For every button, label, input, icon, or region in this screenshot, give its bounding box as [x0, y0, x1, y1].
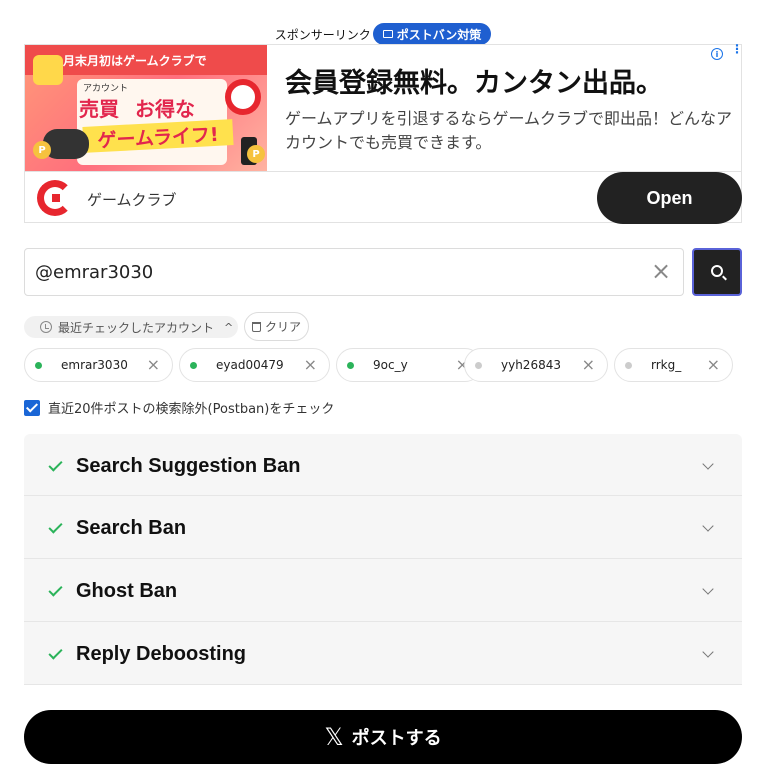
- recent-accounts-toggle[interactable]: 最近チェックしたアカウント ^: [24, 316, 238, 338]
- status-dot-icon: [475, 362, 482, 369]
- ad-info-icon[interactable]: i: [711, 48, 723, 60]
- account-search-input[interactable]: [35, 249, 635, 295]
- document-icon: [382, 30, 393, 38]
- gamepad-icon: [43, 129, 89, 159]
- recent-account-label: 9oc_y: [373, 358, 408, 372]
- status-dot-icon: [35, 362, 42, 369]
- recent-accounts-list: emrar3030 × eyad00479 × 9oc_y × yyh26843…: [24, 348, 742, 382]
- ad-banner-big-text-2: お得な: [135, 97, 195, 121]
- chevron-down-icon: [702, 583, 714, 595]
- remove-chip-icon[interactable]: ×: [582, 356, 595, 374]
- recent-account-label: yyh26843: [501, 358, 561, 372]
- calendar-icon: [33, 55, 63, 85]
- recent-account-chip[interactable]: eyad00479 ×: [179, 348, 330, 382]
- status-dot-icon: [347, 362, 354, 369]
- result-search-ban[interactable]: Search Ban: [24, 496, 742, 559]
- check-icon: [48, 519, 63, 534]
- remove-chip-icon[interactable]: ×: [707, 356, 720, 374]
- brand-logo-icon: [37, 180, 73, 216]
- result-search-suggestion-ban[interactable]: Search Suggestion Ban: [24, 434, 742, 496]
- clear-history-button[interactable]: クリア: [244, 312, 309, 341]
- history-icon: [40, 321, 52, 333]
- recent-account-chip[interactable]: emrar3030 ×: [24, 348, 173, 382]
- status-dot-icon: [190, 362, 197, 369]
- postban-badge-label: ポストバン対策: [396, 27, 482, 42]
- trash-icon: [251, 321, 261, 332]
- ad-banner-big-text: 売買: [79, 97, 119, 121]
- recent-account-chip[interactable]: rrkg_ ×: [614, 348, 733, 382]
- ad-brand-name: ゲームクラブ: [87, 191, 177, 209]
- clear-history-label: クリア: [264, 320, 301, 334]
- recent-accounts-label: 最近チェックしたアカウント: [58, 320, 215, 335]
- x-logo-icon: 𝕏: [324, 723, 344, 751]
- ban-check-results: Search Suggestion Ban Search Ban Ghost B…: [24, 434, 742, 685]
- ad-open-button[interactable]: Open: [597, 172, 742, 224]
- recent-account-label: eyad00479: [216, 358, 284, 372]
- result-label: Ghost Ban: [76, 580, 178, 602]
- postban-badge[interactable]: ポストバン対策: [372, 23, 492, 45]
- post-to-x-button[interactable]: 𝕏 ポストする: [24, 710, 742, 764]
- check-icon: [48, 457, 63, 472]
- result-label: Search Ban: [76, 517, 187, 539]
- search-box: ×: [24, 248, 684, 296]
- ad-title[interactable]: 会員登録無料。カンタン出品。: [285, 61, 663, 100]
- status-dot-icon: [625, 362, 632, 369]
- sponsor-header: スポンサーリンク ポストバン対策: [0, 22, 766, 46]
- ad-more-icon[interactable]: ⋮: [731, 43, 743, 55]
- result-reply-deboosting[interactable]: Reply Deboosting: [24, 622, 742, 685]
- recent-account-label: rrkg_: [651, 358, 682, 372]
- remove-chip-icon[interactable]: ×: [147, 356, 160, 374]
- postban-checkbox-row[interactable]: 直近20件ポストの検索除外(Postban)をチェック: [24, 398, 334, 417]
- result-ghost-ban[interactable]: Ghost Ban: [24, 559, 742, 622]
- recent-account-chip[interactable]: 9oc_y ×: [336, 348, 482, 382]
- chevron-down-icon: [702, 458, 714, 470]
- sponsor-label: スポンサーリンク: [274, 27, 371, 42]
- coin-icon: P: [247, 145, 265, 163]
- recent-account-label: emrar3030: [61, 358, 128, 372]
- page: スポンサーリンク ポストバン対策 月末月初はゲームクラブで アカウント 売買 お…: [0, 0, 766, 767]
- chevron-down-icon: [702, 646, 714, 658]
- post-button-label: ポストする: [351, 728, 442, 749]
- ad-footer: ゲームクラブ Open: [25, 171, 742, 224]
- chevron-up-icon: ^: [224, 320, 234, 334]
- ad-banner-image[interactable]: 月末月初はゲームクラブで アカウント 売買 お得な ゲームライフ! P P: [25, 45, 267, 171]
- postban-checkbox-label: 直近20件ポストの検索除外(Postban)をチェック: [48, 402, 335, 417]
- check-icon: [48, 582, 63, 597]
- recent-account-chip[interactable]: yyh26843 ×: [464, 348, 608, 382]
- check-icon: [48, 645, 63, 660]
- ad-card[interactable]: 月末月初はゲームクラブで アカウント 売買 お得な ゲームライフ! P P 会員…: [24, 43, 743, 224]
- remove-chip-icon[interactable]: ×: [304, 356, 317, 374]
- clear-input-icon[interactable]: ×: [649, 259, 673, 284]
- ad-description: ゲームアプリを引退するならゲームクラブで即出品！どんなアカウントでも売買できます…: [285, 109, 733, 152]
- result-label: Search Suggestion Ban: [76, 455, 301, 477]
- postban-checkbox[interactable]: [24, 399, 40, 416]
- result-label: Reply Deboosting: [76, 643, 247, 665]
- coin-icon: P: [33, 141, 51, 159]
- chevron-down-icon: [702, 520, 714, 532]
- brand-logo-icon: [225, 79, 261, 115]
- search-button[interactable]: [692, 248, 742, 296]
- search-icon: [711, 265, 723, 277]
